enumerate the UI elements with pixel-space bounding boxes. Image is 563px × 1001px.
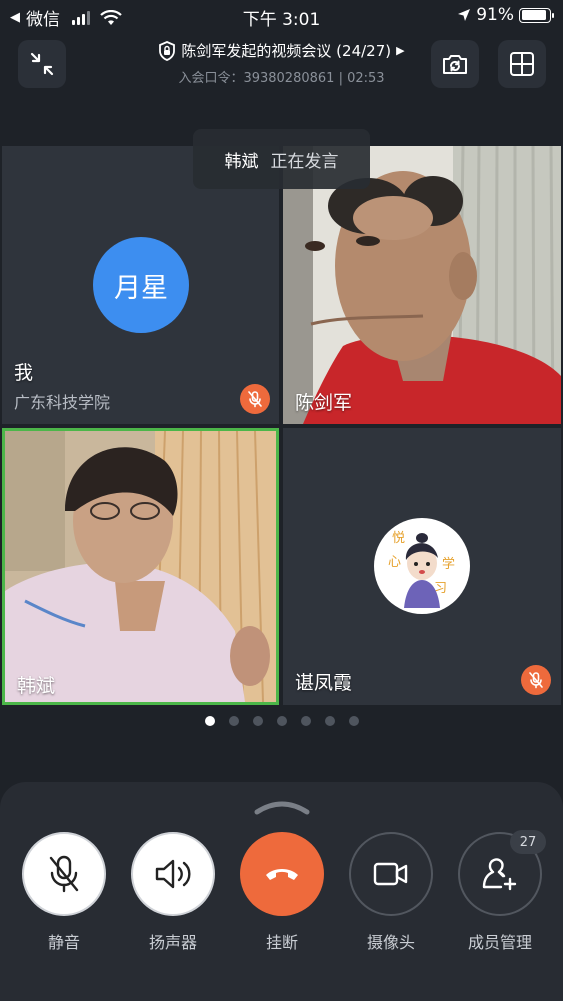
switch-camera-button[interactable] xyxy=(431,40,479,88)
grid-layout-icon xyxy=(510,52,534,76)
battery-icon xyxy=(519,7,554,23)
participant-name: 韩斌 xyxy=(17,675,56,697)
minimize-button[interactable] xyxy=(18,40,66,88)
camera-button[interactable]: 摄像头 xyxy=(349,832,433,953)
participant-video xyxy=(5,431,276,702)
camera-label: 摄像头 xyxy=(366,933,415,952)
members-circle[interactable]: 27 xyxy=(458,830,546,916)
video-tile-hanbin[interactable]: 韩斌 xyxy=(2,428,279,705)
status-bar: ◀ 微信 下午 3:01 91% xyxy=(0,0,563,32)
page-dot[interactable] xyxy=(324,716,335,726)
mic-muted-badge xyxy=(521,665,551,695)
mic-muted-badge xyxy=(240,384,270,414)
speaking-status: 正在发言 xyxy=(270,151,339,172)
mic-off-icon xyxy=(248,391,262,408)
cartoon-avatar-image: 悦 心 学 习 xyxy=(388,531,455,608)
page-dot[interactable] xyxy=(300,716,311,726)
page-indicator[interactable] xyxy=(0,716,563,726)
mute-label: 静音 xyxy=(47,933,80,952)
members-count-badge: 27 xyxy=(510,830,546,854)
speaker-button[interactable]: 扬声器 xyxy=(131,832,215,953)
participant-org: 广东科技学院 xyxy=(14,393,111,412)
panel-handle-icon[interactable] xyxy=(253,799,311,815)
avatar: 月星 xyxy=(93,237,189,333)
members-label: 成员管理 xyxy=(467,933,532,952)
avatar: 悦 心 学 习 xyxy=(374,518,470,614)
participant-name: 陈剑军 xyxy=(295,392,353,414)
mic-off-icon xyxy=(529,672,543,689)
member-add-icon xyxy=(482,858,517,891)
status-right: 91% xyxy=(457,5,554,25)
expand-info-icon[interactable]: ▶ xyxy=(396,44,404,57)
page-dot[interactable] xyxy=(228,716,239,726)
hangup-button[interactable]: 挂断 xyxy=(240,832,324,953)
camera-circle[interactable] xyxy=(349,832,433,916)
page-dot[interactable] xyxy=(348,716,359,726)
video-camera-icon xyxy=(373,862,408,886)
svg-text:心: 心 xyxy=(388,555,401,570)
hangup-label: 挂断 xyxy=(265,933,298,952)
speaker-label: 扬声器 xyxy=(148,933,197,952)
mute-button[interactable]: 静音 xyxy=(22,832,106,953)
mic-off-icon xyxy=(49,855,79,893)
hangup-circle[interactable] xyxy=(240,832,324,916)
page-dot[interactable] xyxy=(252,716,263,726)
avatar-text: 月星 xyxy=(114,272,168,304)
lock-icon xyxy=(159,40,176,61)
meeting-title: 陈剑军发起的视频会议 (24/27) xyxy=(181,42,392,60)
participant-name: 谌凤霞 xyxy=(295,672,353,694)
mute-circle[interactable] xyxy=(22,832,106,916)
switch-camera-icon xyxy=(443,55,467,74)
meeting-title-row[interactable]: 陈剑军发起的视频会议 (24/27) ▶ xyxy=(110,40,453,61)
speaker-circle[interactable] xyxy=(131,832,215,916)
meeting-header[interactable]: 陈剑军发起的视频会议 (24/27) ▶ 入会口令：39380280861 | … xyxy=(110,40,453,86)
video-tile-chenfengxia[interactable]: 悦 心 学 习 谌凤霞 xyxy=(283,428,561,705)
location-arrow-icon xyxy=(458,9,471,21)
participant-name: 我 xyxy=(14,362,34,384)
svg-text:学: 学 xyxy=(442,556,455,572)
phone-hangup-icon xyxy=(266,869,298,880)
battery-percent: 91% xyxy=(476,5,514,25)
page-dot[interactable] xyxy=(276,716,287,726)
speaking-toast: 韩斌 正在发言 xyxy=(193,129,370,189)
svg-text:悦: 悦 xyxy=(392,531,405,546)
speaker-name: 韩斌 xyxy=(224,151,259,172)
meeting-code: 入会口令：39380280861 | 02:53 xyxy=(178,71,385,86)
collapse-arrows-icon xyxy=(30,52,54,76)
layout-button[interactable] xyxy=(498,40,546,88)
members-button[interactable]: 27 成员管理 xyxy=(458,830,546,953)
battery-fill xyxy=(521,10,547,20)
speaker-icon xyxy=(155,859,191,889)
page-dot[interactable] xyxy=(204,716,215,726)
